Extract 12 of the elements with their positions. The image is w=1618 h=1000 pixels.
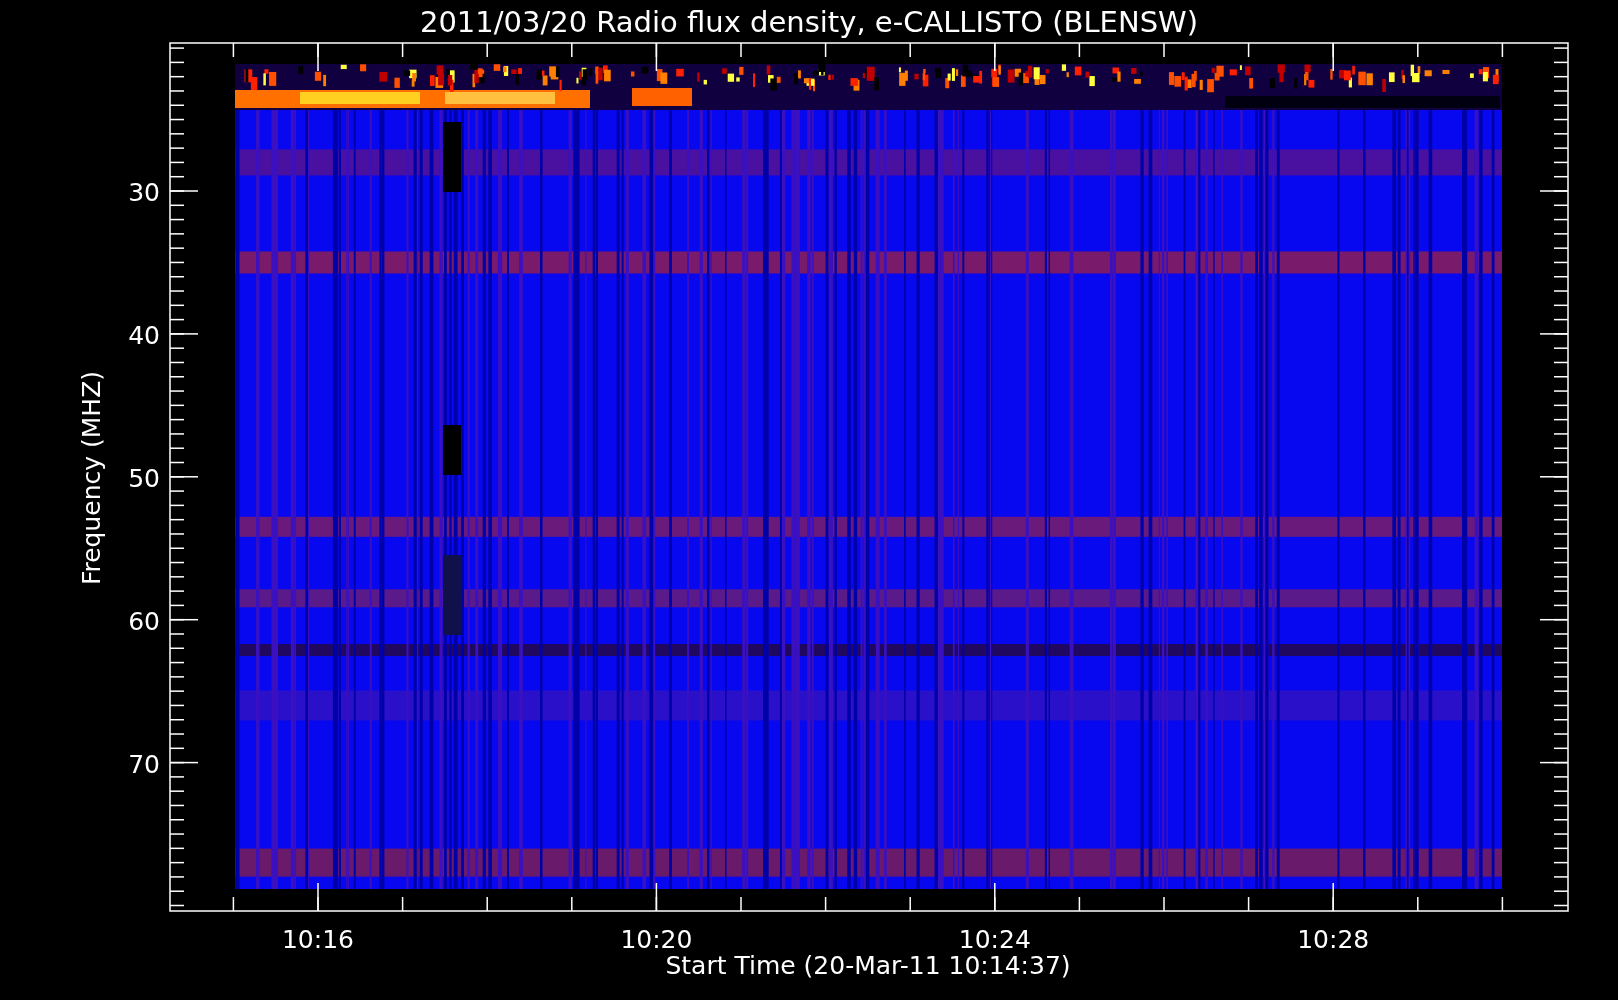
x-axis-label: Start Time (20-Mar-11 10:14:37) [665, 951, 1071, 980]
y-tick-label: 50 [128, 463, 160, 493]
x-tick-label: 10:16 [282, 925, 354, 954]
chart-title: 2011/03/20 Radio flux density, e-CALLISTO (BLENSW) [419, 5, 1199, 39]
y-tick-label: 40 [128, 320, 160, 350]
x-tick-label: 10:24 [958, 925, 1031, 954]
x-tick-label: 10:28 [1297, 925, 1370, 954]
y-axis-label: Frequency (MHZ) [77, 370, 106, 586]
y-tick-label: 70 [128, 749, 160, 779]
x-tick-label: 10:20 [620, 925, 693, 954]
y-tick-label: 60 [128, 606, 160, 636]
y-tick-label: 30 [128, 178, 160, 207]
